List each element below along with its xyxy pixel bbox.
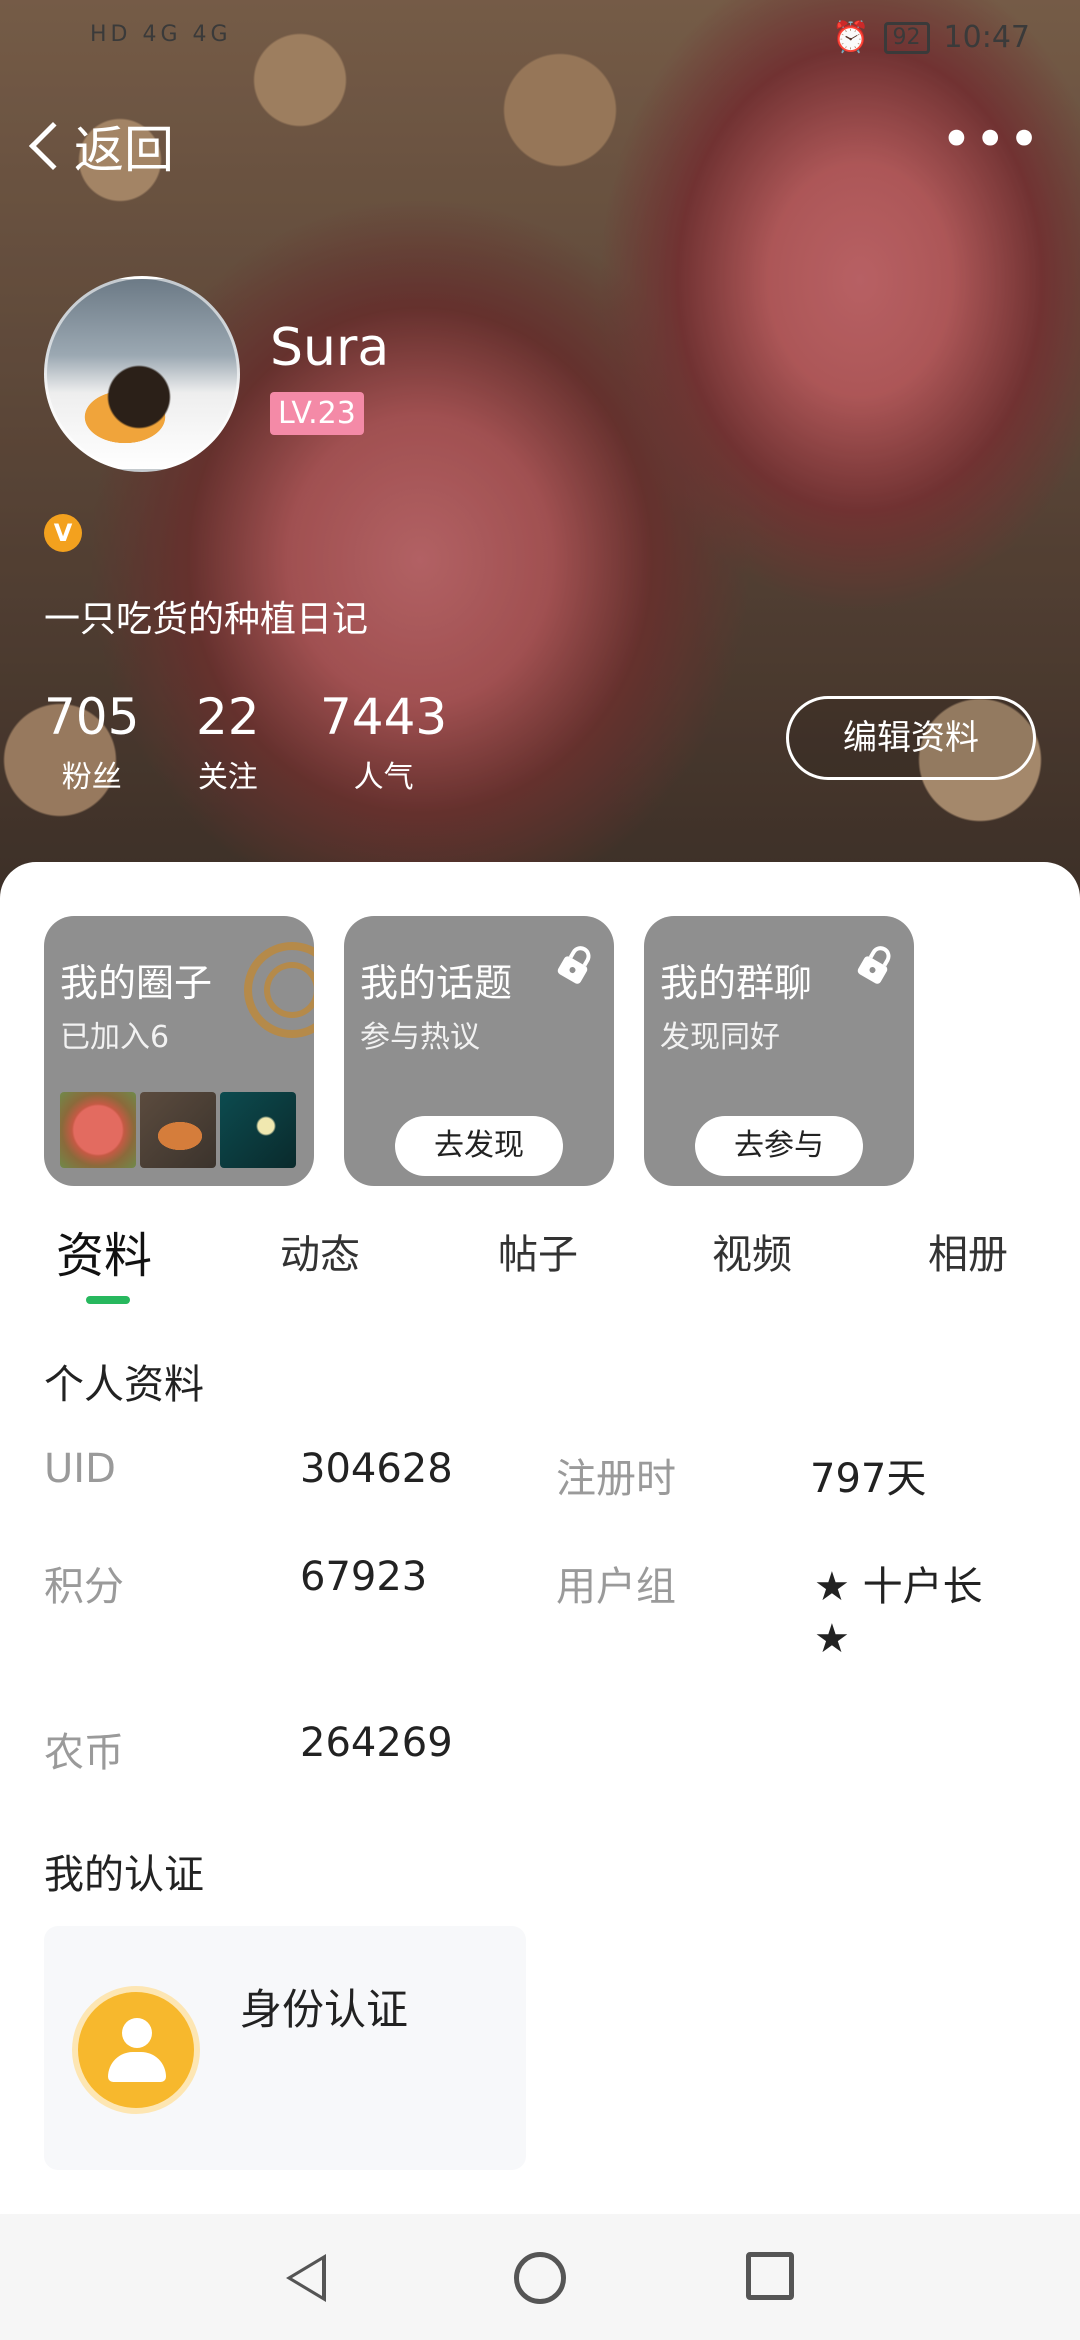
uid-value: 304628 xyxy=(300,1446,453,1492)
user-group-value-star: ★ xyxy=(814,1616,850,1662)
clock: 10:47 xyxy=(943,20,1030,55)
tab-posts[interactable]: 帖子 xyxy=(498,1222,578,1280)
active-tab-indicator xyxy=(86,1296,130,1304)
level-badge: LV.23 xyxy=(270,392,364,435)
nav-recents-icon[interactable] xyxy=(746,2252,794,2300)
uid-label: UID xyxy=(44,1446,116,1492)
system-navigation-bar xyxy=(0,2214,1080,2340)
tab-videos[interactable]: 视频 xyxy=(712,1222,792,1280)
card-title: 我的话题 xyxy=(360,961,513,1005)
status-right: ⏰ 92 10:47 xyxy=(832,20,1030,55)
lock-icon xyxy=(557,946,591,984)
join-button[interactable]: 去参与 xyxy=(695,1116,863,1176)
status-bar: HD 4G 4G ⏰ 92 10:47 xyxy=(0,14,1080,70)
circle-thumbnail[interactable] xyxy=(140,1092,216,1168)
stat-value: 22 xyxy=(196,688,260,746)
card-subtitle: 已加入6 xyxy=(60,1020,170,1055)
back-label: 返回 xyxy=(74,121,174,179)
back-button[interactable]: 返回 xyxy=(28,110,174,182)
stat-following[interactable]: 22 关注 xyxy=(196,688,260,796)
stat-label: 粉丝 xyxy=(61,760,122,795)
card-my-circles[interactable]: 我的圈子 已加入6 xyxy=(44,916,314,1186)
personal-info-title: 个人资料 xyxy=(44,1362,204,1408)
user-icon-head xyxy=(122,2018,152,2048)
card-subtitle: 发现同好 xyxy=(660,1020,780,1055)
user-icon-body xyxy=(108,2052,166,2082)
battery-icon: 92 xyxy=(883,21,930,54)
stat-label: 关注 xyxy=(197,760,258,795)
tab-activity[interactable]: 动态 xyxy=(280,1222,360,1280)
points-value: 67923 xyxy=(300,1554,428,1600)
more-options-icon[interactable]: ••• xyxy=(940,113,1042,167)
identity-certification-label: 身份认证 xyxy=(240,1985,409,2034)
identity-certification-card[interactable]: 身份认证 xyxy=(44,1926,526,2170)
edit-profile-button[interactable]: 编辑资料 xyxy=(786,696,1036,780)
card-my-topics[interactable]: 我的话题 参与热议 去发现 xyxy=(344,916,614,1186)
circle-thumbnail[interactable] xyxy=(220,1092,296,1168)
chevron-left-icon xyxy=(28,121,78,171)
stat-label: 人气 xyxy=(353,760,414,795)
nav-home-icon[interactable] xyxy=(514,2252,566,2304)
card-title: 我的圈子 xyxy=(60,961,213,1005)
top-navigation: 返回 ••• xyxy=(28,110,1052,190)
stat-popularity: 7443 人气 xyxy=(320,688,447,796)
profile-bio: 一只吃货的种植日记 xyxy=(44,599,369,640)
tab-profile[interactable]: 资料 xyxy=(56,1216,152,1286)
discover-button[interactable]: 去发现 xyxy=(395,1116,563,1176)
points-label: 积分 xyxy=(44,1564,124,1610)
username: Sura xyxy=(270,318,390,378)
coins-value: 264269 xyxy=(300,1720,453,1766)
stat-value: 705 xyxy=(44,688,140,746)
user-icon xyxy=(78,1992,194,2108)
user-group-label: 用户组 xyxy=(556,1564,676,1610)
stat-followers[interactable]: 705 粉丝 xyxy=(44,688,139,796)
verified-icon: V xyxy=(44,514,82,552)
card-title: 我的群聊 xyxy=(660,961,813,1005)
tab-album[interactable]: 相册 xyxy=(928,1222,1008,1280)
circle-thumbnails xyxy=(60,1092,296,1168)
avatar[interactable] xyxy=(44,276,240,472)
circle-thumbnail[interactable] xyxy=(60,1092,136,1168)
lock-icon xyxy=(857,946,891,984)
nav-back-icon[interactable] xyxy=(286,2254,326,2302)
card-subtitle: 参与热议 xyxy=(360,1020,480,1055)
certification-title: 我的认证 xyxy=(44,1852,204,1898)
stat-value: 7443 xyxy=(320,688,448,746)
user-group-value: ★ 十户长 xyxy=(814,1564,983,1610)
register-value: 797天 xyxy=(810,1456,927,1502)
profile-tabs: 资料 动态 帖子 视频 相册 xyxy=(0,1208,1080,1304)
alarm-icon: ⏰ xyxy=(832,20,870,55)
card-my-groups[interactable]: 我的群聊 发现同好 去参与 xyxy=(644,916,914,1186)
register-label: 注册时 xyxy=(556,1456,676,1502)
signal-indicators: HD 4G 4G xyxy=(90,22,232,47)
circle-logo-icon xyxy=(244,942,314,1038)
coins-label: 农币 xyxy=(44,1730,124,1776)
